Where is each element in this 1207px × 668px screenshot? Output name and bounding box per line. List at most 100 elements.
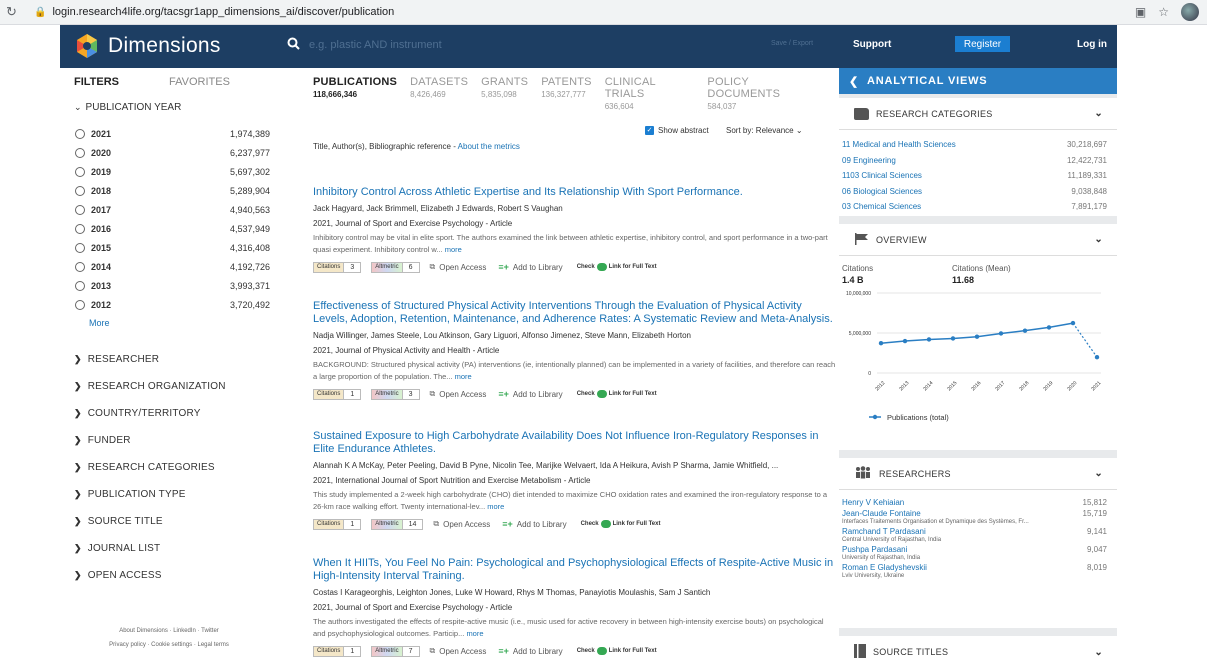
show-abstract-toggle[interactable]: ✓ Show abstract (645, 126, 709, 135)
research-category-label[interactable]: 09 Engineering (842, 156, 896, 165)
year-option[interactable]: 2018 5,289,904 (75, 181, 270, 200)
result-title[interactable]: Inhibitory Control Across Athletic Exper… (313, 186, 838, 199)
radio-button[interactable] (75, 242, 85, 253)
search-icon[interactable] (287, 37, 301, 53)
footer-line-legal[interactable]: Privacy policy · Cookie settings · Legal… (60, 638, 278, 652)
checkbox-checked-icon[interactable]: ✓ (645, 126, 654, 135)
profile-avatar[interactable] (1181, 3, 1199, 21)
support-link[interactable]: Support (853, 39, 891, 50)
result-title[interactable]: Sustained Exposure to High Carbohydrate … (313, 430, 838, 456)
research-category-row[interactable]: 06 Biological Sciences 9,038,848 (839, 184, 1117, 200)
address-bar[interactable]: login.research4life.org/tacsgr1app_dimen… (52, 6, 394, 18)
researcher-row[interactable]: Roman E Gladyshevskii 8,019 Lviv Universit… (839, 563, 1117, 579)
radio-button[interactable] (75, 166, 85, 177)
citations-badge[interactable]: Citations 3 (313, 261, 362, 273)
researcher-name[interactable]: Pushpa Pardasani (842, 545, 907, 554)
reload-icon[interactable]: ↻ (6, 4, 26, 20)
citations-badge[interactable]: Citations 1 (313, 645, 362, 657)
year-option[interactable]: 2019 5,697,302 (75, 162, 270, 181)
open-access-link[interactable]: ⧉ Open Access (430, 262, 487, 272)
full-text-link[interactable]: Check Link for Full Text (581, 520, 660, 528)
year-option[interactable]: 2014 4,192,726 (75, 257, 270, 276)
tab-filters[interactable]: FILTERS (74, 76, 119, 88)
login-link[interactable]: Log in (1077, 39, 1107, 50)
researcher-name[interactable]: Jean-Claude Fontaine (842, 509, 921, 518)
altmetric-badge[interactable]: Altmetric 6 (371, 261, 420, 273)
researcher-row[interactable]: Ramchand T Pardasani 9,141 Central Univers… (839, 527, 1117, 543)
researchers-header[interactable]: RESEARCHERS ⌄ (839, 458, 1117, 490)
year-option[interactable]: 2020 6,237,977 (75, 143, 270, 162)
footer-line-about[interactable]: About Dimensions · LinkedIn · Twitter (60, 624, 278, 638)
about-metrics-link[interactable]: About the metrics (458, 142, 520, 151)
open-access-link[interactable]: ⧉ Open Access (430, 389, 487, 399)
overview-header[interactable]: OVERVIEW ⌄ (839, 224, 1117, 256)
analytical-views-header[interactable]: ❮ ANALYTICAL VIEWS (839, 68, 1117, 94)
research-category-label[interactable]: 06 Biological Sciences (842, 187, 922, 196)
researcher-name[interactable]: Henry V Kehiaian (842, 498, 904, 507)
filter-section-toggle[interactable]: ❯ RESEARCH ORGANIZATION (74, 373, 226, 400)
bookmark-star-icon[interactable]: ☆ (1158, 5, 1169, 19)
source-titles-header[interactable]: SOURCE TITLES ⌄ (839, 636, 1117, 668)
content-tab[interactable]: GRANTS 5,835,098 (481, 76, 528, 111)
save-export-link[interactable]: Save / Export (771, 40, 813, 47)
radio-button[interactable] (75, 223, 85, 234)
citations-badge[interactable]: Citations 1 (313, 518, 362, 530)
more-link[interactable]: more (445, 245, 462, 254)
research-category-row[interactable]: 1103 Clinical Sciences 11,189,331 (839, 168, 1117, 184)
filter-section-toggle[interactable]: ❯ RESEARCHER (74, 346, 226, 373)
filter-section-toggle[interactable]: ❯ PUBLICATION TYPE (74, 481, 226, 508)
filter-section-toggle[interactable]: ❯ OPEN ACCESS (74, 562, 226, 589)
research-category-label[interactable]: 1103 Clinical Sciences (842, 171, 922, 180)
result-title[interactable]: When It HIITs, You Feel No Pain: Psychol… (313, 557, 838, 583)
result-title[interactable]: Effectiveness of Structured Physical Act… (313, 300, 838, 326)
research-categories-header[interactable]: RESEARCH CATEGORIES ⌄ (839, 98, 1117, 130)
researcher-name[interactable]: Ramchand T Pardasani (842, 527, 926, 536)
add-to-library-button[interactable]: ≡+ Add to Library (498, 262, 562, 272)
add-to-library-button[interactable]: ≡+ Add to Library (502, 519, 566, 529)
open-access-link[interactable]: ⧉ Open Access (430, 646, 487, 656)
year-option[interactable]: 2017 4,940,563 (75, 200, 270, 219)
researcher-row[interactable]: Jean-Claude Fontaine 15,719 Interfaces Tra… (839, 509, 1117, 525)
altmetric-badge[interactable]: Altmetric 7 (371, 645, 420, 657)
more-link[interactable]: more (455, 372, 472, 381)
filter-section-toggle[interactable]: ❯ JOURNAL LIST (74, 535, 226, 562)
radio-button[interactable] (75, 128, 85, 139)
register-button[interactable]: Register (955, 36, 1010, 52)
year-option[interactable]: 2015 4,316,408 (75, 238, 270, 257)
filter-section-toggle[interactable]: ❯ RESEARCH CATEGORIES (74, 454, 226, 481)
year-option[interactable]: 2012 3,720,492 (75, 295, 270, 314)
altmetric-badge[interactable]: Altmetric 3 (371, 388, 420, 400)
radio-button[interactable] (75, 147, 85, 158)
radio-button[interactable] (75, 185, 85, 196)
researcher-row[interactable]: Henry V Kehiaian 15,812 (839, 498, 1117, 507)
content-tab[interactable]: CLINICAL TRIALS 636,604 (605, 76, 695, 111)
research-category-row[interactable]: 03 Chemical Sciences 7,891,179 (839, 199, 1117, 215)
year-option[interactable]: 2016 4,537,949 (75, 219, 270, 238)
researcher-row[interactable]: Pushpa Pardasani 9,047 University of Rajas… (839, 545, 1117, 561)
year-option[interactable]: 2013 3,993,371 (75, 276, 270, 295)
year-option[interactable]: 2021 1,974,389 (75, 124, 270, 143)
filter-section-toggle[interactable]: ❯ FUNDER (74, 427, 226, 454)
research-category-label[interactable]: 03 Chemical Sciences (842, 202, 921, 211)
full-text-link[interactable]: Check Link for Full Text (577, 647, 657, 655)
radio-button[interactable] (75, 261, 85, 272)
search-input[interactable] (309, 39, 809, 51)
research-category-label[interactable]: 11 Medical and Health Sciences (842, 140, 956, 149)
content-tab[interactable]: PATENTS 136,327,777 (541, 76, 592, 111)
open-access-link[interactable]: ⧉ Open Access (433, 519, 490, 529)
research-category-row[interactable]: 11 Medical and Health Sciences 30,218,697 (839, 137, 1117, 153)
citations-badge[interactable]: Citations 1 (313, 388, 362, 400)
radio-button[interactable] (75, 299, 85, 310)
content-tab[interactable]: DATASETS 8,426,469 (410, 76, 468, 111)
add-to-library-button[interactable]: ≡+ Add to Library (498, 389, 562, 399)
filter-section-toggle[interactable]: ❯ SOURCE TITLE (74, 508, 226, 535)
add-to-library-button[interactable]: ≡+ Add to Library (498, 646, 562, 656)
publication-year-toggle[interactable]: ⌄ PUBLICATION YEAR (74, 102, 181, 113)
filter-section-toggle[interactable]: ❯ COUNTRY/TERRITORY (74, 400, 226, 427)
sort-select[interactable]: Sort by: Relevance ⌄ (726, 126, 803, 135)
dimensions-logo[interactable]: Dimensions (74, 33, 221, 59)
radio-button[interactable] (75, 204, 85, 215)
radio-button[interactable] (75, 280, 85, 291)
researcher-name[interactable]: Roman E Gladyshevskii (842, 563, 927, 572)
content-tab[interactable]: POLICY DOCUMENTS 584,037 (707, 76, 820, 111)
